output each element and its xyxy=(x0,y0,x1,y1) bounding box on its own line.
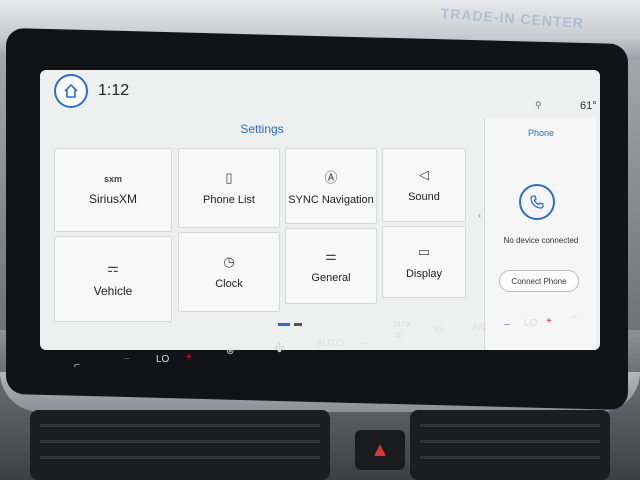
air-vent-left xyxy=(30,410,330,480)
fan-icon[interactable]: ✤ xyxy=(274,340,285,356)
page-dot xyxy=(294,323,302,327)
max-defrost-icon[interactable]: ≋ xyxy=(394,330,402,341)
hazard-triangle-icon: ▲ xyxy=(370,439,390,461)
settings-title: Settings xyxy=(240,122,284,136)
tile-label: Clock xyxy=(215,278,243,290)
tile-label: Display xyxy=(405,268,443,280)
tile-general[interactable]: ⚌ General xyxy=(285,228,377,304)
home-button[interactable] xyxy=(54,74,88,108)
phone-icon[interactable] xyxy=(519,184,555,220)
tile-clock[interactable]: ◷ Clock xyxy=(178,232,280,312)
temp-up-right-button[interactable]: + xyxy=(546,316,552,327)
tile-label: Vehicle xyxy=(93,284,133,298)
connect-phone-button[interactable]: Connect Phone xyxy=(499,270,579,292)
phone-panel-title: Phone xyxy=(527,128,555,138)
temp-down-right-button[interactable]: − xyxy=(504,320,510,331)
max-defrost-label[interactable]: MAX xyxy=(394,320,411,329)
steering-heat-icon[interactable]: ⊛ xyxy=(226,346,234,357)
infotainment-screen: 1:12 ⚲ 61° Settings sxm SiriusXM ▯ Phone… xyxy=(40,70,600,350)
status-bar: 1:12 ⚲ 61° xyxy=(40,70,600,112)
rear-defrost-icon[interactable]: ▭ xyxy=(434,324,443,335)
tile-vehicle[interactable]: ⚎ Vehicle xyxy=(54,236,172,322)
phone-status: No device connected xyxy=(503,236,579,245)
right-temp-display: LO xyxy=(524,318,538,329)
vehicle-icon: ⚎ xyxy=(107,260,119,275)
seat-heat-left-icon[interactable]: ⌐ xyxy=(74,360,80,371)
handset-icon xyxy=(530,195,544,209)
air-vent-right xyxy=(410,410,610,480)
tile-label: SYNC Navigation xyxy=(288,193,374,206)
speaker-icon: ◁ xyxy=(419,167,429,182)
tile-label: Phone List xyxy=(203,194,255,206)
tile-label: SiriusXM xyxy=(88,192,137,206)
phone-list-icon: ▯ xyxy=(225,170,233,185)
tile-phone-list[interactable]: ▯ Phone List xyxy=(178,148,280,228)
sliders-icon: ⚌ xyxy=(325,248,337,263)
seat-heat-right-icon[interactable]: ⌐ xyxy=(572,312,578,323)
tile-display[interactable]: ▭ Display xyxy=(382,226,466,298)
tile-label: General xyxy=(311,272,351,284)
page-dot-active xyxy=(278,323,290,327)
tile-siriusxm[interactable]: sxm SiriusXM xyxy=(54,148,172,232)
temp-down-left-button[interactable]: − xyxy=(124,354,130,365)
climate-bar: ⌐ − LO + ⊛ ✤ AUTO ♨ MAX ≋ ▭ A/C − LO + ⌐ xyxy=(60,312,600,382)
temp-up-left-button[interactable]: + xyxy=(186,352,192,363)
clock-icon: ◷ xyxy=(223,254,235,269)
left-temp-display: LO xyxy=(156,354,170,365)
tile-label: Sound xyxy=(408,191,440,203)
airflow-icon[interactable]: ♨ xyxy=(358,332,370,348)
outside-temperature: 61° xyxy=(580,100,597,112)
ac-button[interactable]: A/C xyxy=(472,322,487,332)
display-icon: ▭ xyxy=(417,244,431,259)
auto-button[interactable]: AUTO xyxy=(316,338,344,349)
phone-panel: Phone No device connected Connect Phone xyxy=(484,118,596,350)
home-icon xyxy=(64,83,78,98)
scroll-left-icon[interactable]: ‹ xyxy=(478,210,481,220)
hazard-button[interactable]: ▲ xyxy=(355,430,405,470)
tile-sync-navigation[interactable]: Ⓐ SYNC Navigation xyxy=(285,148,377,224)
signal-icon: ⚲ xyxy=(535,100,542,110)
tile-sound[interactable]: ◁ Sound xyxy=(382,148,466,222)
clock-display: 1:12 xyxy=(98,82,130,99)
siriusxm-icon: sxm xyxy=(103,174,122,184)
navigation-icon: Ⓐ xyxy=(324,169,338,185)
